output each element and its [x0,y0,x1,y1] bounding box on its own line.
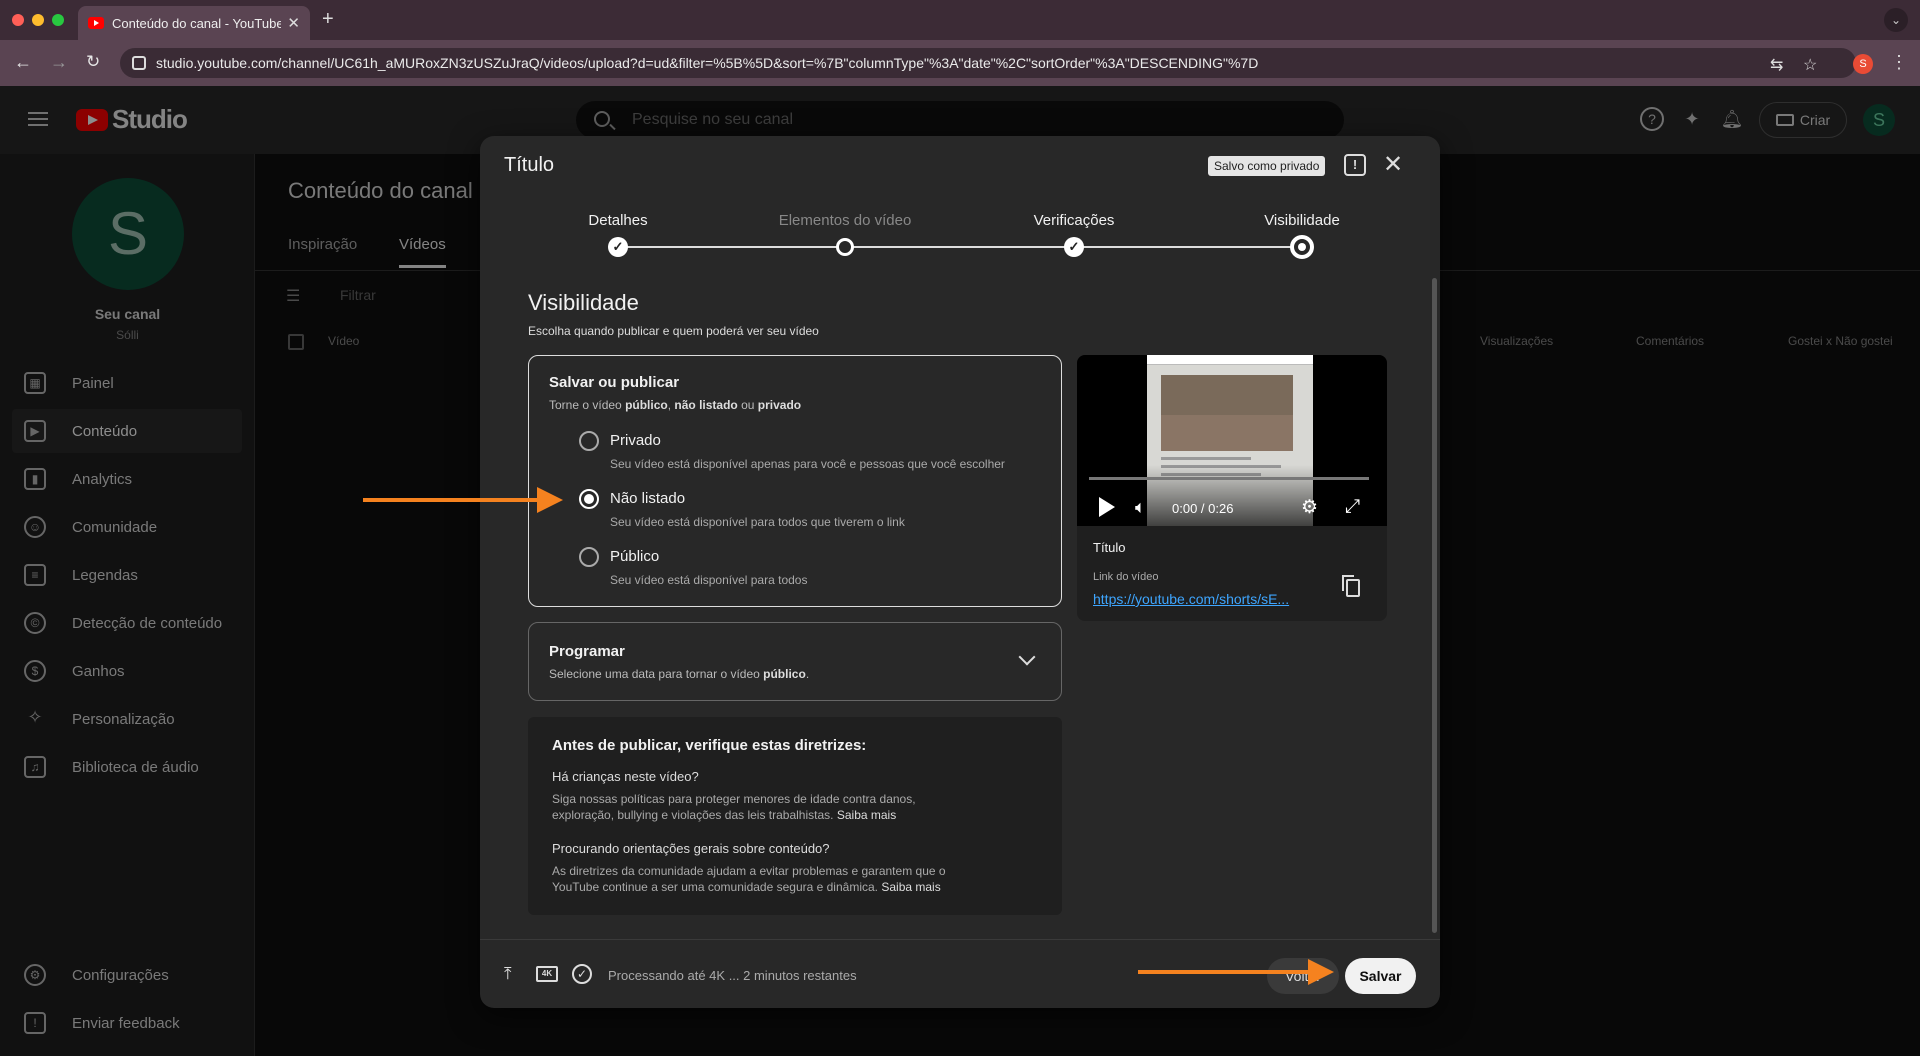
step-current-dot [1290,235,1314,259]
video-time: 0:00 / 0:26 [1172,501,1234,516]
forward-icon[interactable]: → [50,52,68,73]
save-or-publish-panel: Salvar ou publicar Torne o vídeo público… [528,355,1062,607]
learn-more-link[interactable]: Saiba mais [837,808,896,822]
window-minimize-dot[interactable] [32,14,44,26]
feedback-icon[interactable]: ! [1344,154,1366,176]
schedule-subtitle: Selecione uma data para tornar o vídeo p… [549,667,810,681]
tab-close-icon[interactable]: ✕ [287,14,300,32]
browser-profile-avatar[interactable]: S [1853,54,1873,74]
guidelines-panel: Antes de publicar, verifique estas diret… [528,717,1062,915]
preview-title: Título [1093,540,1126,555]
video-link[interactable]: https://youtube.com/shorts/sE... [1093,591,1313,607]
window-maximize-dot[interactable] [52,14,64,26]
guideline-question-content: Procurando orientações gerais sobre cont… [552,841,830,856]
window-close-dot[interactable] [12,14,24,26]
tab-title: Conteúdo do canal - YouTube Studio [112,15,282,31]
settings-gear-icon[interactable]: ⚙ [1301,496,1318,519]
guideline-text-content: As diretrizes da comunidade ajudam a evi… [552,864,946,894]
annotation-arrow-unlisted [363,487,563,513]
chevron-down-icon[interactable] [1018,648,1036,666]
step-video-elements[interactable]: Elementos do vídeo [745,212,945,229]
step-incomplete-dot [836,238,854,256]
copy-icon[interactable] [1342,575,1360,597]
close-icon[interactable]: ✕ [1383,150,1403,179]
guidelines-title: Antes de publicar, verifique estas diret… [552,737,867,754]
processing-status: Processando até 4K ... 2 minutos restant… [608,968,857,983]
option-public-label[interactable]: Público [610,548,659,565]
step-checks[interactable]: Verificações [974,212,1174,229]
option-private-label[interactable]: Privado [610,432,661,449]
upload-icon[interactable]: ⤒ [504,964,512,984]
4k-quality-icon[interactable]: 4K [536,966,558,982]
bookmark-star-icon[interactable]: ☆ [1803,55,1817,75]
back-icon[interactable]: ← [14,52,32,73]
checks-done-icon[interactable]: ✓ [572,964,592,984]
learn-more-link[interactable]: Saiba mais [881,880,940,894]
option-unlisted-label[interactable]: Não listado [610,490,685,507]
upload-dialog: Título Salvo como privado ! ✕ Detalhes E… [480,136,1440,1008]
radio-unlisted[interactable] [579,489,599,509]
reload-icon[interactable]: ↻ [86,52,100,72]
step-done-check-icon: ✓ [608,237,628,257]
annotation-arrow-save [1138,959,1334,985]
url-bar[interactable]: studio.youtube.com/channel/UC61h_aMURoxZ… [120,48,1856,78]
save-button[interactable]: Salvar [1345,958,1416,994]
youtube-favicon-icon [88,17,104,29]
video-progress-bar[interactable] [1089,477,1369,480]
video-preview-card: 🔈︎ 0:00 / 0:26 ⚙ ⤢ Título Link do vídeo … [1077,355,1387,621]
tab-search-chevron-icon[interactable]: ⌄ [1884,8,1908,32]
saved-status-badge: Salvo como privado [1208,156,1326,176]
new-tab-icon[interactable]: + [322,8,334,31]
radio-private[interactable] [579,431,599,451]
site-info-icon[interactable] [132,56,146,70]
schedule-title: Programar [549,643,625,660]
schedule-panel[interactable]: Programar Selecione uma data para tornar… [528,622,1062,701]
volume-icon[interactable]: 🔈︎ [1135,497,1146,518]
step-details[interactable]: Detalhes [518,212,718,229]
dialog-scrollbar[interactable] [1432,278,1437,933]
step-visibility[interactable]: Visibilidade [1202,212,1402,229]
guideline-text-children: Siga nossas políticas para proteger meno… [552,792,916,822]
video-player[interactable]: 🔈︎ 0:00 / 0:26 ⚙ ⤢ [1077,355,1387,526]
guideline-question-children: Há crianças neste vídeo? [552,769,699,784]
browser-tab-bar: Conteúdo do canal - YouTube Studio ✕ + ⌄ [0,0,1920,40]
save-publish-subtitle: Torne o vídeo público, não listado ou pr… [549,398,802,412]
step-done-check-icon: ✓ [1064,237,1084,257]
browser-tab[interactable]: Conteúdo do canal - YouTube Studio ✕ [78,6,310,40]
stepper-line [618,246,1304,248]
option-unlisted-desc: Seu vídeo está disponível para todos que… [610,515,905,529]
play-icon[interactable] [1099,497,1115,517]
translate-icon[interactable]: ⇆ [1770,55,1783,75]
browser-menu-icon[interactable]: ⋮ [1890,52,1908,73]
option-public-desc: Seu vídeo está disponível para todos [610,573,808,587]
option-private-desc: Seu vídeo está disponível apenas para vo… [610,457,1005,471]
dialog-title: Título [504,154,555,176]
visibility-heading: Visibilidade [528,290,639,315]
fullscreen-icon[interactable]: ⤢ [1345,496,1360,518]
url-text: studio.youtube.com/channel/UC61h_aMURoxZ… [156,55,1259,71]
radio-public[interactable] [579,547,599,567]
video-link-label: Link do vídeo [1093,571,1159,583]
visibility-subtitle: Escolha quando publicar e quem poderá ve… [528,324,819,338]
save-publish-title: Salvar ou publicar [549,374,680,391]
